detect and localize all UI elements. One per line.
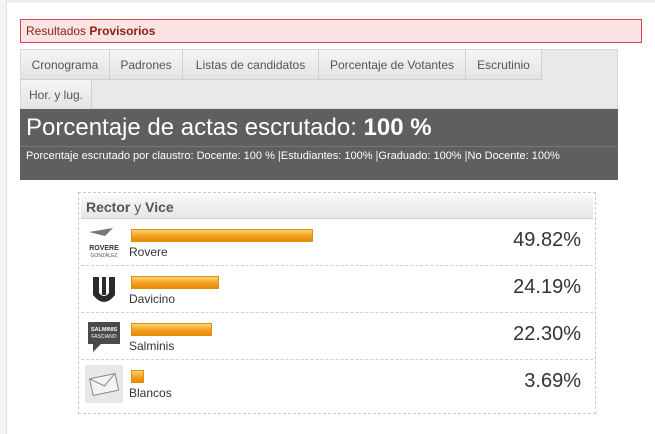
panel-title-b: Vice	[145, 199, 174, 215]
tab-padrones[interactable]: Padrones	[110, 50, 183, 80]
logo-text-2: FASCIANO	[91, 334, 116, 340]
panel-title: Rector y Vice	[81, 195, 593, 219]
banner-prefix: Resultados	[26, 24, 87, 38]
result-row: Davicino 24.19%	[81, 266, 593, 313]
logo-text-2: GONZÁLEZ	[91, 252, 118, 259]
tab-porcentaje-de-votantes[interactable]: Porcentaje de Votantes	[319, 50, 466, 80]
rovere-gonzalez-logo: ROVERE GONZÁLEZ	[85, 224, 123, 262]
summary-label: Porcentaje de actas escrutado:	[26, 114, 357, 141]
result-bar	[131, 229, 313, 242]
davicino-logo	[85, 271, 123, 309]
left-gutter	[0, 0, 7, 434]
panel-title-a: Rector	[86, 199, 131, 215]
result-row: ROVERE GONZÁLEZ Rovere 49.82%	[81, 219, 593, 266]
result-bar	[131, 323, 212, 336]
results-status-banner: Resultados Provisorios	[20, 19, 642, 43]
tab-listas-de-candidatos[interactable]: Listas de candidatos	[183, 50, 319, 80]
tab-bar: Cronograma Padrones Listas de candidatos…	[20, 49, 618, 110]
logo-text-1: ROVERE	[89, 245, 119, 252]
result-bar	[131, 370, 144, 383]
scrutiny-detail: Porcentaje escrutado por claustro: Docen…	[20, 146, 618, 180]
result-percent: 22.30%	[513, 323, 581, 345]
result-name: Rovere	[129, 245, 168, 259]
result-percent: 24.19%	[513, 276, 581, 298]
result-row: SALMINIS FASCIANO Salminis 22.30%	[81, 313, 593, 360]
result-row: Blancos 3.69%	[81, 360, 593, 407]
top-border	[0, 0, 655, 3]
tab-cronograma[interactable]: Cronograma	[21, 50, 110, 80]
envelope-icon	[85, 365, 123, 403]
result-name: Salminis	[129, 339, 175, 353]
panel-title-conj: y	[134, 199, 142, 215]
scrutiny-summary: Porcentaje de actas escrutado: 100 %	[20, 109, 618, 146]
tab-hor-y-lug[interactable]: Hor. y lug.	[21, 80, 92, 110]
results-panel: Rector y Vice ROVERE GONZÁLEZ Rovere 49.…	[78, 192, 596, 414]
result-percent: 3.69%	[524, 370, 581, 392]
result-bar	[131, 276, 219, 289]
result-name: Blancos	[129, 386, 172, 400]
salminis-fasciano-logo: SALMINIS FASCIANO	[85, 318, 123, 356]
banner-status: Provisorios	[89, 24, 156, 38]
result-percent: 49.82%	[513, 229, 581, 251]
result-name: Davicino	[129, 292, 176, 306]
logo-text-1: SALMINIS	[91, 327, 118, 333]
summary-value: 100 %	[363, 114, 432, 141]
tab-escrutinio[interactable]: Escrutinio	[466, 50, 542, 80]
